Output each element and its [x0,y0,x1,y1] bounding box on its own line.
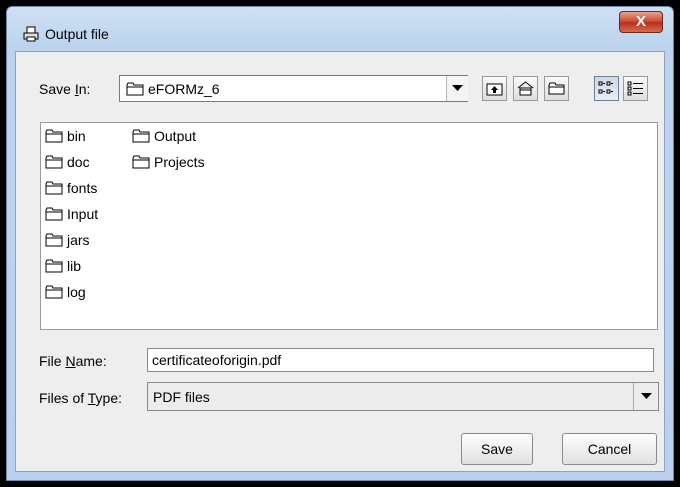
up-folder-icon [486,83,503,96]
list-item[interactable]: Input [45,203,98,225]
folder-icon [45,233,63,247]
new-folder-icon [548,82,565,95]
file-list[interactable]: bin doc fonts Input jars lib log Output … [40,122,658,330]
chevron-down-icon[interactable] [633,383,658,410]
output-file-dialog: Output file X Save In: eFORMz_6 bin doc … [6,6,674,481]
cancel-button[interactable]: Cancel [562,433,657,465]
list-item[interactable]: bin [45,125,86,147]
file-name-input[interactable]: certificateoforigin.pdf [147,348,654,372]
save-in-combo[interactable]: eFORMz_6 [119,75,468,102]
folder-icon [132,155,150,169]
file-name-text: Input [67,206,99,222]
save-button[interactable]: Save [461,433,533,465]
home-button[interactable] [513,76,538,101]
list-item[interactable]: fonts [45,177,97,199]
folder-icon [126,82,144,96]
file-name-text: lib [67,258,82,274]
dialog-title: Output file [45,26,109,42]
file-type-label: Files of Type: [39,390,123,406]
save-in-label: Save In: [39,81,91,97]
list-view-button[interactable] [594,76,619,101]
folder-icon [45,181,63,195]
close-button[interactable]: X [619,11,663,33]
list-item[interactable]: Output [132,125,196,147]
list-item[interactable]: lib [45,255,81,277]
list-item[interactable]: doc [45,151,90,173]
file-name-text: bin [67,128,86,144]
file-name-label: File Name: [39,353,107,369]
file-name-text: Projects [154,154,205,170]
list-item[interactable]: jars [45,229,90,251]
folder-icon [45,155,63,169]
details-view-icon [627,81,643,96]
folder-icon [45,259,63,273]
new-folder-button[interactable] [544,76,569,101]
file-name-text: log [67,284,86,300]
details-view-button[interactable] [623,76,648,101]
home-icon [517,81,534,96]
dialog-content: Save In: eFORMz_6 bin doc fonts Input ja… [15,51,665,472]
file-name-text: Output [154,128,197,144]
file-name-text: doc [67,154,90,170]
file-type-value: PDF files [153,389,210,405]
folder-icon [132,129,150,143]
save-in-value: eFORMz_6 [148,81,220,97]
list-view-icon [598,81,613,94]
file-name-text: fonts [67,180,98,196]
title-bar[interactable]: Output file X [7,7,673,51]
up-one-level-button[interactable] [482,76,507,101]
folder-icon [45,285,63,299]
file-name-text: jars [67,232,90,248]
file-type-select[interactable]: PDF files [147,382,659,411]
folder-icon [45,129,63,143]
printer-icon [23,26,39,42]
chevron-down-icon[interactable] [446,76,468,101]
folder-icon [45,207,63,221]
list-item[interactable]: Projects [132,151,205,173]
list-item[interactable]: log [45,281,86,303]
